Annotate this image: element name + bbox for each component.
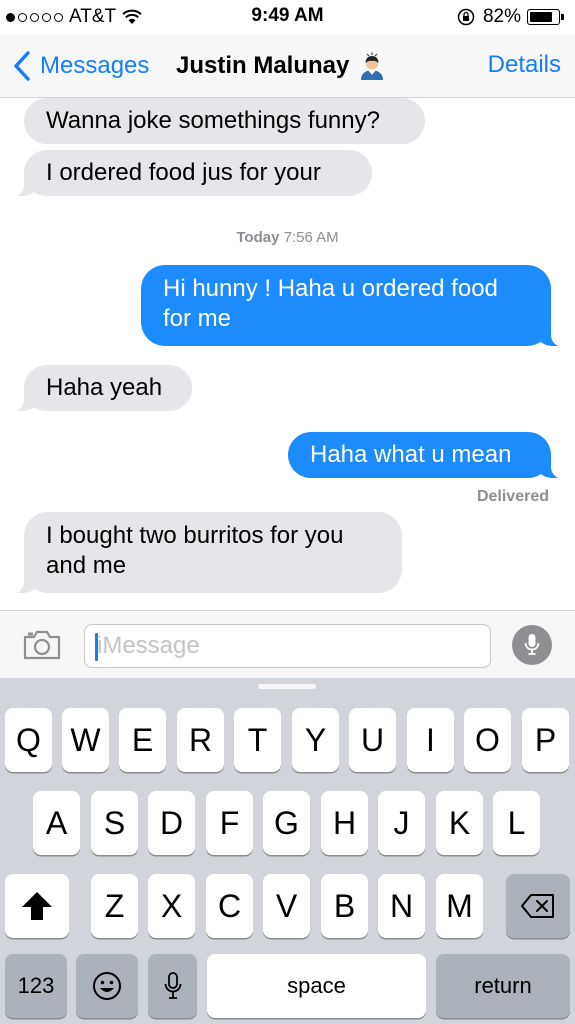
incoming-message-bubble[interactable]: I bought two burritos for you and me xyxy=(4,512,402,594)
person-bowing-emoji-icon xyxy=(361,52,384,80)
delivered-status: Delivered xyxy=(476,488,549,505)
keyboard-grabber[interactable] xyxy=(258,684,316,689)
message-text: I bought two burritos for you and me xyxy=(46,522,344,579)
key-k[interactable]: K xyxy=(436,791,483,855)
message-text: I ordered food jus for your xyxy=(46,159,321,186)
outgoing-message-bubble[interactable]: Hi hunny ! Haha u ordered food for me xyxy=(141,265,571,347)
key-z[interactable]: Z xyxy=(91,874,138,938)
nav-bar: Messages Justin Malunay Details xyxy=(0,34,575,98)
key-v[interactable]: V xyxy=(263,874,310,938)
battery-icon xyxy=(527,8,565,26)
smiley-icon xyxy=(93,972,121,1000)
contact-name-label: Justin Malunay xyxy=(176,52,350,79)
key-i[interactable]: I xyxy=(407,708,454,772)
backspace-key[interactable] xyxy=(506,874,570,938)
key-w[interactable]: W xyxy=(62,708,109,772)
back-button[interactable]: Messages xyxy=(12,50,149,82)
key-g[interactable]: G xyxy=(263,791,310,855)
contact-name[interactable]: Justin Malunay xyxy=(176,51,387,81)
message-text: Wanna joke somethings funny? xyxy=(46,107,380,134)
incoming-message-bubble[interactable]: Wanna joke somethings funny? xyxy=(24,98,425,144)
keyboard: Q W E R T Y U I O P A S D F G H J K L Z … xyxy=(0,678,575,1024)
key-h[interactable]: H xyxy=(321,791,368,855)
battery-level-fill xyxy=(530,12,553,22)
shift-key[interactable] xyxy=(5,874,69,938)
key-l[interactable]: L xyxy=(493,791,540,855)
key-n[interactable]: N xyxy=(378,874,425,938)
incoming-message-bubble[interactable]: I ordered food jus for your xyxy=(4,150,372,197)
outgoing-message-bubble[interactable]: Haha what u mean xyxy=(288,432,571,479)
timestamp-day: Today xyxy=(236,229,280,246)
key-t[interactable]: T xyxy=(234,708,281,772)
message-text: Hi hunny ! Haha u ordered food for me xyxy=(163,275,498,332)
microphone-icon xyxy=(524,634,540,655)
dictation-button[interactable] xyxy=(512,625,552,665)
key-r[interactable]: R xyxy=(177,708,224,772)
microphone-icon xyxy=(164,972,181,999)
battery-percent: 82% xyxy=(482,6,521,27)
back-label: Messages xyxy=(40,52,150,79)
key-a[interactable]: A xyxy=(33,791,80,855)
key-u[interactable]: U xyxy=(349,708,396,772)
message-input-bar xyxy=(0,610,575,678)
key-q[interactable]: Q xyxy=(5,708,52,772)
chevron-left-icon xyxy=(14,51,30,81)
rotation-lock-icon xyxy=(457,8,475,26)
key-m[interactable]: M xyxy=(436,874,483,938)
dictation-key[interactable] xyxy=(148,954,197,1018)
key-y[interactable]: Y xyxy=(292,708,339,772)
timestamp-time: 7:56 AM xyxy=(283,229,339,246)
incoming-message-bubble[interactable]: Haha yeah xyxy=(4,365,192,412)
key-e[interactable]: E xyxy=(119,708,166,772)
shift-arrow-icon xyxy=(22,892,52,920)
key-s[interactable]: S xyxy=(91,791,138,855)
conversation-timestamp: Today 7:56 AM xyxy=(0,229,575,246)
key-c[interactable]: C xyxy=(206,874,253,938)
space-key[interactable]: space xyxy=(207,954,426,1018)
key-p[interactable]: P xyxy=(522,708,569,772)
status-right: 82% xyxy=(457,6,565,28)
key-d[interactable]: D xyxy=(148,791,195,855)
text-cursor xyxy=(95,633,98,661)
imessage-input[interactable] xyxy=(84,624,491,668)
key-j[interactable]: J xyxy=(378,791,425,855)
message-thread[interactable]: Wanna joke somethings funny? I ordered f… xyxy=(0,98,575,610)
message-text: Haha yeah xyxy=(46,374,163,401)
key-f[interactable]: F xyxy=(206,791,253,855)
numbers-key[interactable]: 123 xyxy=(5,954,67,1018)
key-o[interactable]: O xyxy=(464,708,511,772)
details-button[interactable]: Details xyxy=(488,51,561,79)
key-x[interactable]: X xyxy=(148,874,195,938)
return-key[interactable]: return xyxy=(436,954,570,1018)
key-b[interactable]: B xyxy=(321,874,368,938)
emoji-key[interactable] xyxy=(76,954,138,1018)
backspace-icon xyxy=(521,894,554,918)
message-text: Haha what u mean xyxy=(310,441,512,468)
status-bar: AT&T 9:49 AM 82% xyxy=(0,0,575,34)
camera-icon[interactable] xyxy=(22,629,62,661)
